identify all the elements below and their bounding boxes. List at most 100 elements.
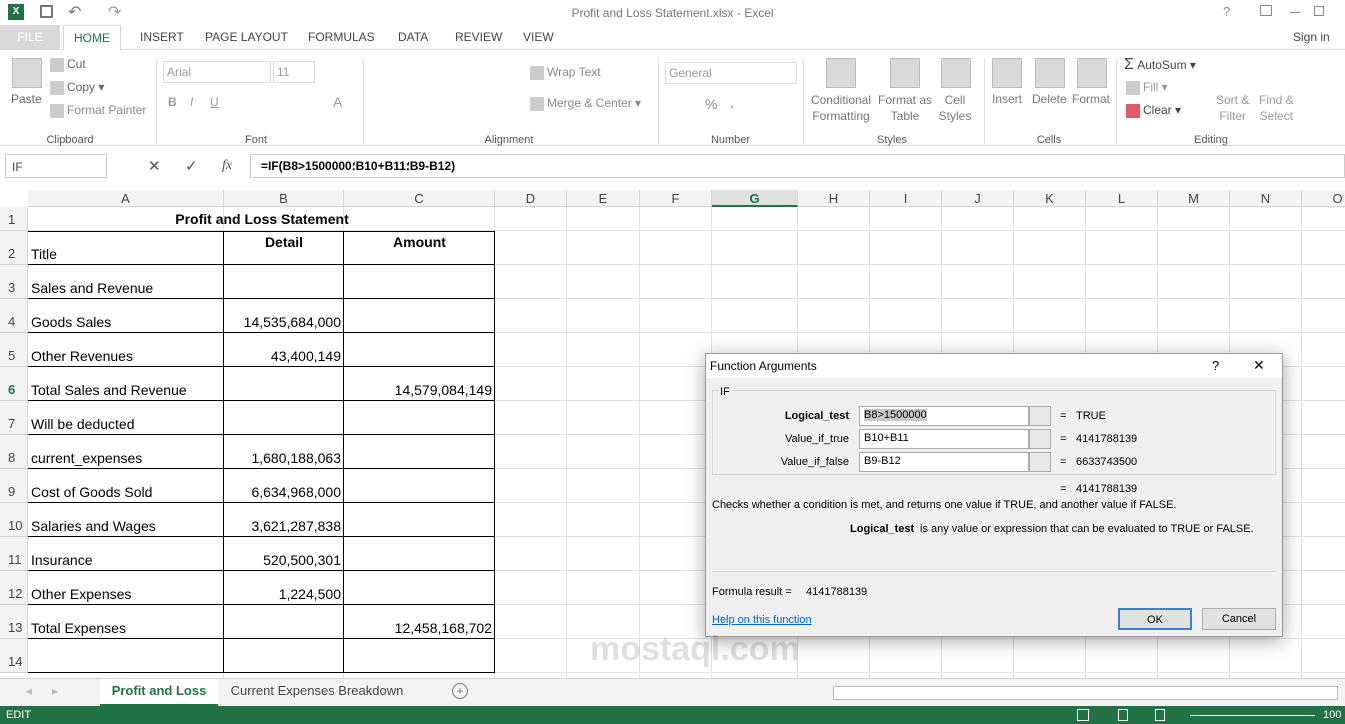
scroll-left-sheet-icon[interactable]: ◂: [26, 684, 32, 698]
merge-center-button[interactable]: Merge & Center ▾: [530, 96, 641, 111]
cell-B5[interactable]: 43,400,149: [224, 333, 344, 367]
row-header-14[interactable]: 14: [0, 639, 28, 673]
bold-button[interactable]: B: [168, 95, 177, 109]
cell-A6[interactable]: Total Sales and Revenue: [28, 367, 224, 401]
cell-C10[interactable]: [344, 503, 495, 537]
zoom-level[interactable]: 100: [1323, 709, 1341, 721]
sort-filter-button[interactable]: Sort & Filter: [1216, 92, 1249, 124]
cell-B9[interactable]: 6,634,968,000: [224, 469, 344, 503]
cell-B7[interactable]: [224, 401, 344, 435]
row-header-10[interactable]: 10: [0, 503, 28, 537]
number-format-select[interactable]: General: [665, 62, 797, 84]
column-header-C[interactable]: C: [344, 190, 495, 207]
page-break-view-icon[interactable]: [1155, 709, 1165, 721]
cell-styles-button[interactable]: Cell Styles: [934, 92, 976, 124]
sheet-tab-profit-and-loss[interactable]: Profit and Loss: [100, 679, 218, 706]
row-header-9[interactable]: 9: [0, 469, 28, 503]
cell-C7[interactable]: [344, 401, 495, 435]
row-header-2[interactable]: 2: [0, 231, 28, 265]
row-header-5[interactable]: 5: [0, 333, 28, 367]
tab-insert[interactable]: INSERT: [130, 25, 194, 50]
cell-A7[interactable]: Will be deducted: [28, 401, 224, 435]
cell-B4[interactable]: 14,535,684,000: [224, 299, 344, 333]
copy-button[interactable]: Copy ▾: [50, 80, 104, 95]
cell-A2[interactable]: Title: [28, 231, 224, 265]
find-select-button[interactable]: Find & Select: [1259, 92, 1294, 124]
cell-C8[interactable]: [344, 435, 495, 469]
cell-C6[interactable]: 14,579,084,149: [344, 367, 495, 401]
row-header-13[interactable]: 13: [0, 605, 28, 639]
confirm-entry-icon[interactable]: ✓: [185, 157, 198, 175]
collapse-dialog-icon[interactable]: [1029, 429, 1051, 449]
zoom-slider[interactable]: [1190, 715, 1315, 716]
page-layout-view-icon[interactable]: [1118, 709, 1128, 721]
column-header-B[interactable]: B: [224, 190, 344, 207]
cell-A3[interactable]: Sales and Revenue: [28, 265, 224, 299]
help-on-function-link[interactable]: Help on this function: [712, 614, 812, 626]
column-header-J[interactable]: J: [942, 190, 1014, 207]
cell-C2[interactable]: Amount: [344, 231, 495, 265]
cell-A13[interactable]: Total Expenses: [28, 605, 224, 639]
tab-formulas[interactable]: FORMULAS: [298, 25, 385, 50]
font-name-select[interactable]: Arial: [163, 61, 271, 83]
cell-C9[interactable]: [344, 469, 495, 503]
cell-B3[interactable]: [224, 265, 344, 299]
column-header-F[interactable]: F: [640, 190, 712, 207]
tab-page-layout[interactable]: PAGE LAYOUT: [195, 25, 298, 50]
column-header-D[interactable]: D: [495, 190, 567, 207]
tab-review[interactable]: REVIEW: [445, 25, 512, 50]
cell-B14[interactable]: [224, 639, 344, 673]
cell-C3[interactable]: [344, 265, 495, 299]
cell-C4[interactable]: [344, 299, 495, 333]
column-header-H[interactable]: H: [798, 190, 870, 207]
cell-B8[interactable]: 1,680,188,063: [224, 435, 344, 469]
row-header-11[interactable]: 11: [0, 537, 28, 571]
cell-C14[interactable]: [344, 639, 495, 673]
minimize-icon[interactable]: [1290, 12, 1300, 13]
formula-input[interactable]: =IF(B8>؛1500000B10+B؛11B9-B12): [250, 154, 1345, 178]
conditional-formatting-button[interactable]: Conditional Formatting: [810, 92, 872, 124]
restore-icon[interactable]: [1314, 6, 1324, 16]
row-header-6[interactable]: 6: [0, 367, 28, 401]
paste-button[interactable]: Paste: [11, 92, 42, 106]
cell-A12[interactable]: Other Expenses: [28, 571, 224, 605]
cell-B2[interactable]: Detail: [224, 231, 344, 265]
cell-A4[interactable]: Goods Sales: [28, 299, 224, 333]
cell-A14[interactable]: [28, 639, 224, 673]
value-if-true-input[interactable]: B10+B11: [859, 429, 1029, 449]
cell-B6[interactable]: [224, 367, 344, 401]
column-header-N[interactable]: N: [1230, 190, 1302, 207]
delete-cells-button[interactable]: Delete: [1032, 92, 1067, 106]
add-sheet-icon[interactable]: +: [452, 683, 468, 699]
row-header-3[interactable]: 3: [0, 265, 28, 299]
help-button[interactable]: ?: [1223, 4, 1230, 19]
cell-A5[interactable]: Other Revenues: [28, 333, 224, 367]
fill-button[interactable]: Fill ▾: [1126, 80, 1168, 95]
dialog-help-button[interactable]: ?: [1212, 358, 1219, 373]
column-header-L[interactable]: L: [1086, 190, 1158, 207]
cell-B13[interactable]: [224, 605, 344, 639]
cancel-entry-icon[interactable]: ✕: [148, 157, 161, 175]
collapse-dialog-icon[interactable]: [1029, 452, 1051, 472]
cell-A11[interactable]: Insurance: [28, 537, 224, 571]
column-header-O[interactable]: O: [1302, 190, 1345, 207]
percent-button[interactable]: %: [705, 96, 717, 112]
ok-button[interactable]: OK: [1118, 608, 1192, 630]
tab-data[interactable]: DATA: [388, 25, 438, 50]
tab-file[interactable]: FILE: [0, 25, 60, 50]
cell-A9[interactable]: Cost of Goods Sold: [28, 469, 224, 503]
format-painter-button[interactable]: Format Painter: [50, 103, 146, 118]
scroll-right-sheet-icon[interactable]: ▸: [52, 684, 58, 698]
ribbon-display-icon[interactable]: [1260, 5, 1272, 16]
row-header-7[interactable]: 7: [0, 401, 28, 435]
row-header-4[interactable]: 4: [0, 299, 28, 333]
wrap-text-button[interactable]: Wrap Text: [530, 65, 601, 80]
tab-view[interactable]: VIEW: [513, 25, 564, 50]
comma-button[interactable]: ,: [730, 94, 734, 110]
cut-button[interactable]: Cut: [50, 57, 86, 72]
column-header-I[interactable]: I: [870, 190, 942, 207]
dialog-close-button[interactable]: ✕: [1253, 357, 1265, 374]
row-header-8[interactable]: 8: [0, 435, 28, 469]
column-header-E[interactable]: E: [567, 190, 640, 207]
insert-function-button[interactable]: fx: [222, 158, 232, 174]
